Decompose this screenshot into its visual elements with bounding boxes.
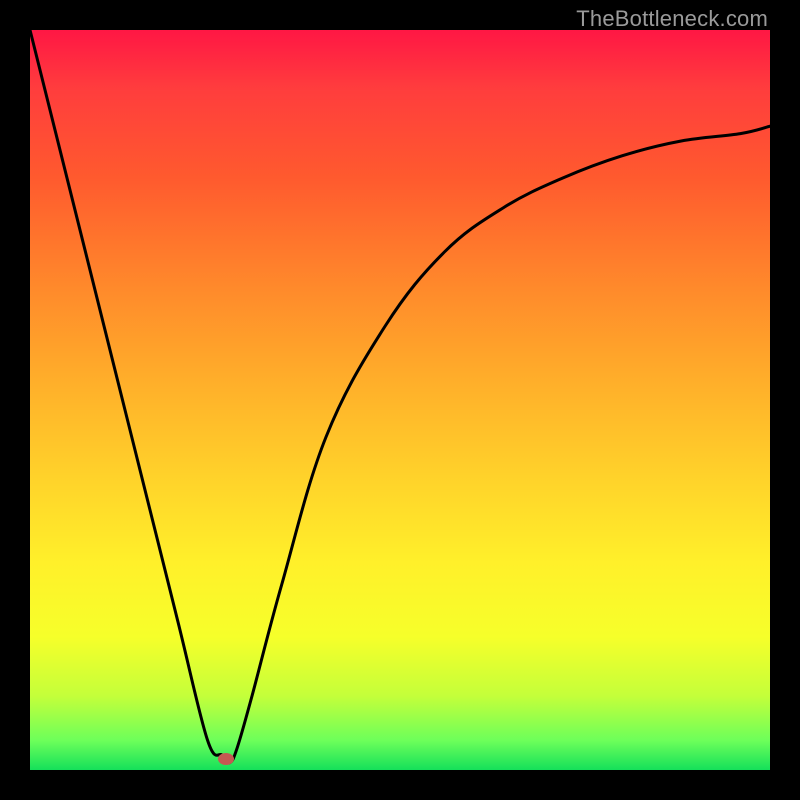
watermark-text: TheBottleneck.com: [576, 6, 768, 32]
chart-frame: TheBottleneck.com: [0, 0, 800, 800]
optimal-marker: [218, 753, 234, 765]
bottleneck-curve: [30, 30, 770, 770]
plot-area: [30, 30, 770, 770]
